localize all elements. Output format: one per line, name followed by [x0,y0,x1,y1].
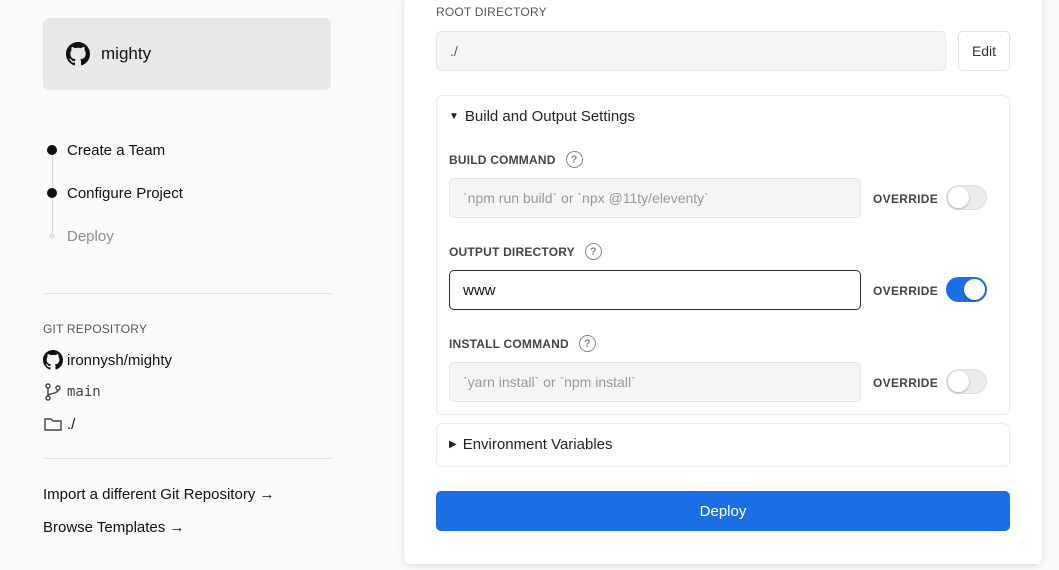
browse-templates-link[interactable]: Browse Templates → [43,519,184,536]
root-directory-field[interactable]: ./ [436,31,946,71]
build-command-input[interactable]: `npm run build` or `npx @11ty/eleventy` [449,178,861,218]
build-output-settings-panel: ▼ Build and Output Settings BUILD COMMAN… [436,95,1010,415]
toggle-knob [964,279,985,300]
toggle-knob [948,187,969,208]
branch-row: main [43,382,101,402]
folder-path: ./ [67,415,76,433]
repo-full-row: ironnysh/mighty [43,350,172,370]
git-repository-title: GIT REPOSITORY [43,322,148,336]
import-repository-link[interactable]: Import a different Git Repository → [43,486,274,503]
divider [43,458,332,459]
branch-icon [45,383,61,401]
github-icon [43,350,63,370]
build-override-label: OVERRIDE [873,192,939,206]
step-label: Create a Team [67,141,166,159]
step-dot-icon [47,188,57,198]
install-override-toggle[interactable] [946,369,987,394]
output-directory-input[interactable]: www [449,270,861,310]
environment-variables-title: Environment Variables [462,436,613,453]
output-override-toggle[interactable] [946,277,987,302]
caret-down-icon: ▼ [449,111,459,122]
folder-row: ./ [43,414,75,434]
caret-right-icon: ▶ [449,439,457,450]
step-label: Deploy [67,227,114,245]
step-configure-project: Configure Project [43,182,183,204]
build-command-label-row: BUILD COMMAND ? [449,151,583,168]
install-command-label: INSTALL COMMAND [449,336,569,351]
help-icon[interactable]: ? [565,151,583,168]
install-command-input[interactable]: `yarn install` or `npm install` [449,362,861,402]
help-icon[interactable]: ? [578,335,596,352]
folder-icon [44,418,62,431]
install-command-label-row: INSTALL COMMAND ? [449,335,596,352]
repo-full-name: ironnysh/mighty [67,351,173,369]
edit-button[interactable]: Edit [958,31,1010,71]
install-override-label: OVERRIDE [873,376,939,390]
output-directory-label: OUTPUT DIRECTORY [449,244,575,259]
step-create-team: Create a Team [43,139,165,161]
branch-name: main [67,384,101,400]
root-directory-label: ROOT DIRECTORY [436,5,547,19]
output-override-label: OVERRIDE [873,284,939,298]
build-command-label: BUILD COMMAND [449,152,556,167]
step-label: Configure Project [67,184,183,202]
divider [43,293,332,294]
configure-project-card: ROOT DIRECTORY ./ Edit ▼ Build and Outpu… [404,0,1042,564]
deploy-button[interactable]: Deploy [436,491,1010,531]
environment-variables-toggle[interactable]: ▶ Environment Variables [449,436,613,453]
step-dot-icon [47,145,57,155]
repo-name: mighty [101,44,152,63]
help-icon[interactable]: ? [584,243,602,260]
build-output-settings-toggle[interactable]: ▼ Build and Output Settings [449,108,635,125]
build-override-toggle[interactable] [946,185,987,210]
output-directory-label-row: OUTPUT DIRECTORY ? [449,243,602,260]
sidebar: mighty Create a Team Configure Project D… [43,0,332,570]
environment-variables-panel[interactable]: ▶ Environment Variables [436,423,1010,467]
step-dot-icon [49,233,55,239]
step-deploy: Deploy [43,225,114,247]
toggle-knob [948,371,969,392]
github-icon [66,42,90,66]
build-output-settings-title: Build and Output Settings [464,108,636,125]
repo-card: mighty [43,18,331,90]
